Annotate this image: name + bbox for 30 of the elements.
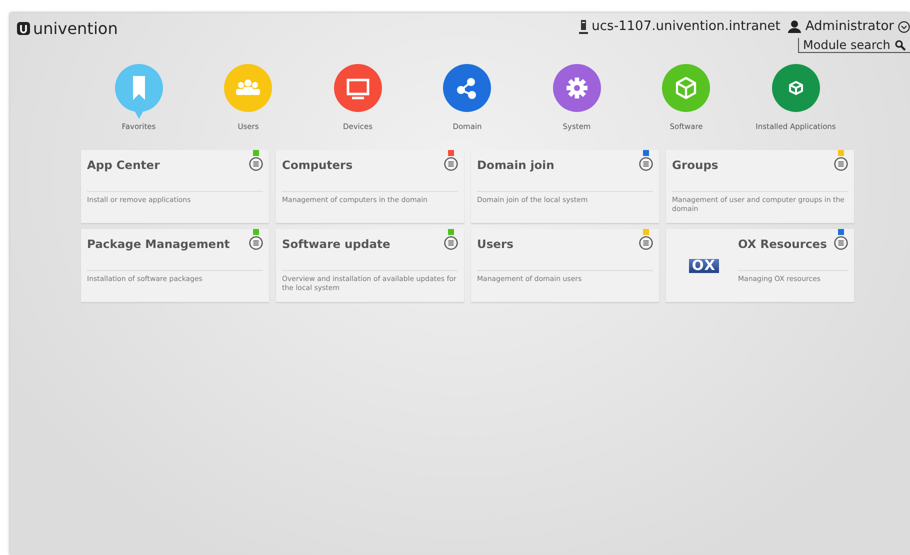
module-title: Users [477, 237, 514, 251]
smallcube-category-icon[interactable] [772, 64, 820, 112]
module-title: OX Resources [738, 237, 827, 251]
module-search-field[interactable]: Module search [798, 38, 910, 53]
logo-icon [17, 22, 30, 35]
share-category-icon[interactable] [443, 64, 492, 112]
module-title: Package Management [87, 237, 230, 251]
menu-icon[interactable] [444, 236, 458, 250]
module-title: Groups [672, 158, 718, 172]
menu-icon[interactable] [249, 236, 263, 250]
menu-icon[interactable] [639, 157, 653, 171]
server-icon [578, 20, 588, 34]
module-title: Software update [282, 237, 390, 251]
user-name[interactable]: Administrator [805, 19, 894, 34]
menu-icon[interactable] [444, 157, 458, 171]
user-icon [788, 20, 802, 33]
menu-icon[interactable] [639, 236, 653, 250]
menu-icon[interactable] [834, 236, 848, 250]
module-title: App Center [87, 158, 160, 172]
monitor-category-icon[interactable] [334, 64, 382, 112]
chevron-icon[interactable] [898, 20, 910, 32]
gear-category-icon[interactable] [552, 64, 601, 112]
module-title: Domain join [477, 158, 554, 172]
module-title: Computers [282, 158, 353, 172]
search-icon[interactable] [895, 40, 906, 50]
menu-icon[interactable] [249, 157, 263, 171]
ox-logo: OX [688, 258, 720, 272]
logo-text: univention [33, 19, 118, 38]
menu-icon[interactable] [834, 157, 848, 171]
hostname: ucs-1107.univention.intranet [592, 19, 780, 34]
